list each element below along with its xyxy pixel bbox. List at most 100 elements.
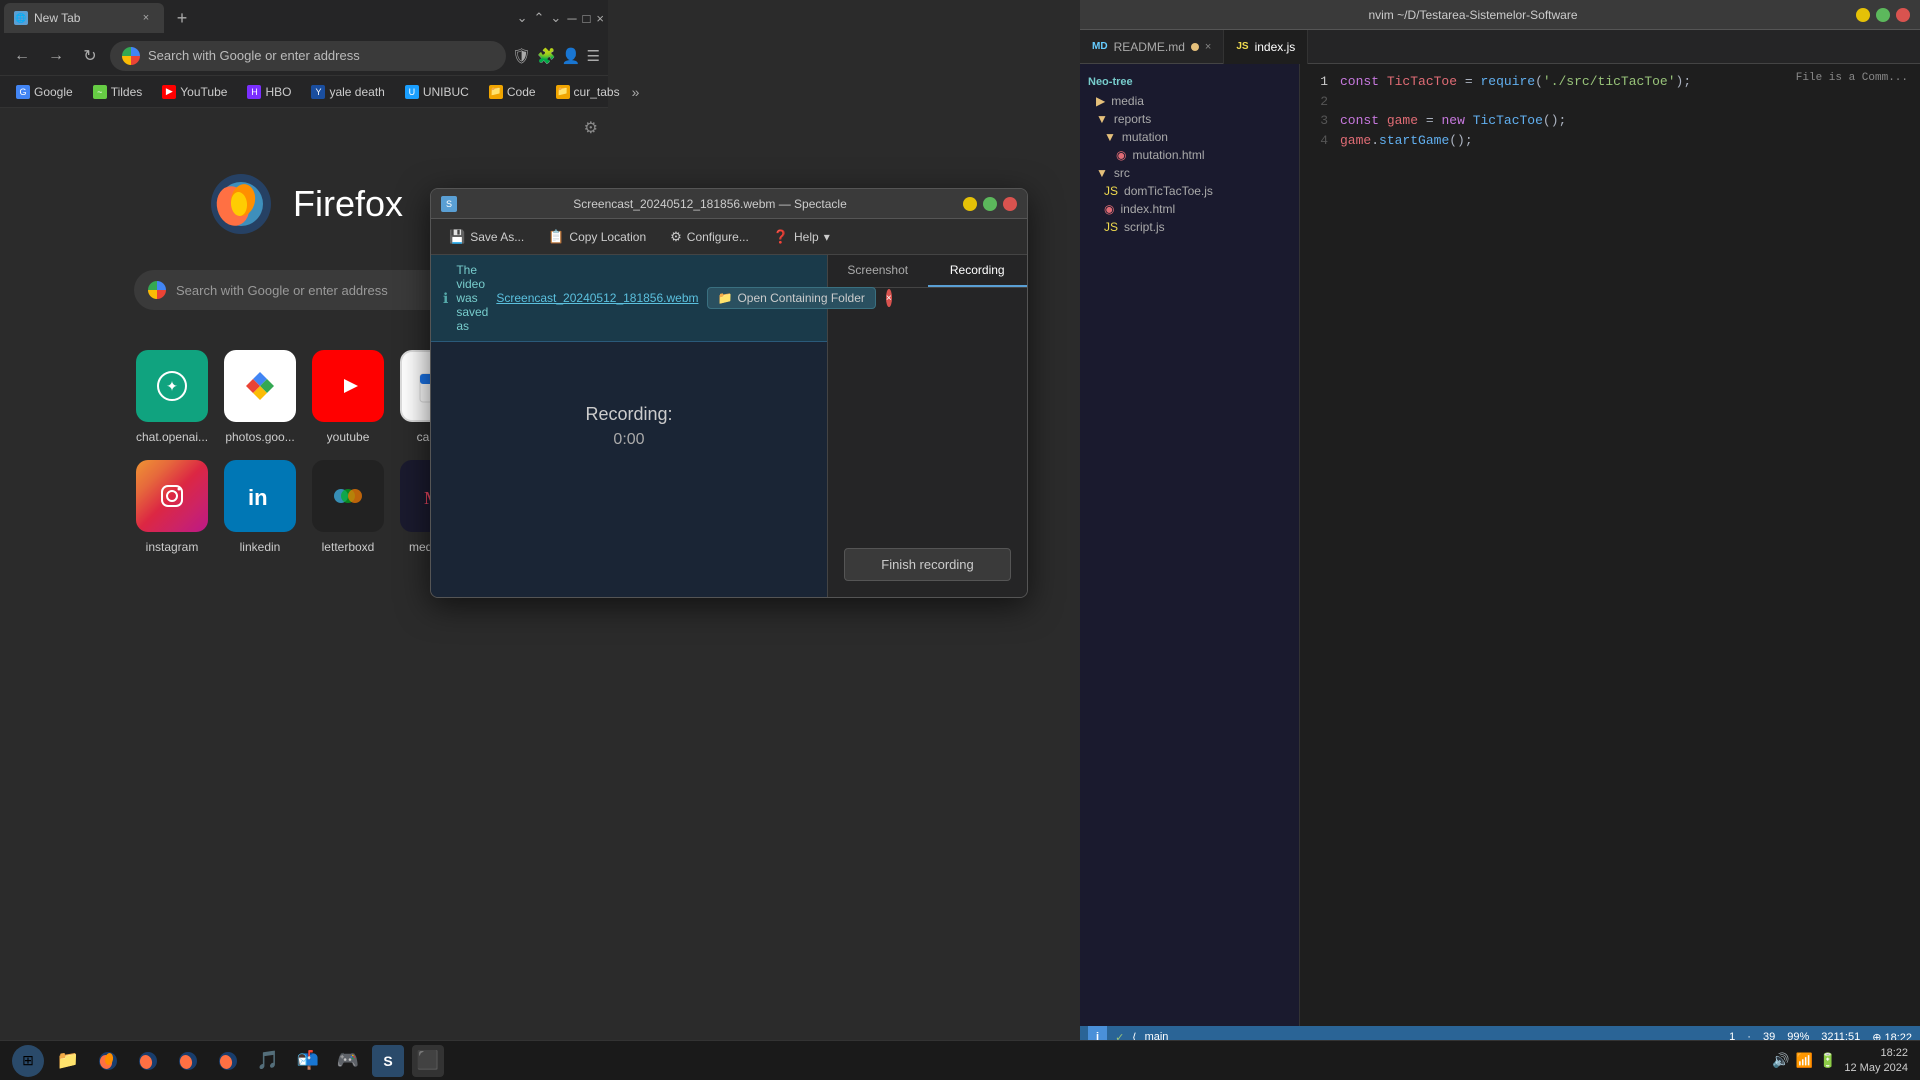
network-icon[interactable]: 📶 [1796,1052,1813,1069]
folder-icon: ▼ [1096,112,1108,126]
spectacle-window: S Screencast_20240512_181856.webm — Spec… [430,188,1028,598]
system-icons: 🔊 📶 🔋 [1772,1052,1836,1069]
tab-screenshot[interactable]: Screenshot [828,255,928,287]
shortcut-chatgpt[interactable]: ✦ chat.openai... [136,350,208,444]
bookmark-hbo[interactable]: H HBO [239,83,299,101]
new-tab-button[interactable]: + [168,4,196,32]
finish-recording-button[interactable]: Finish recording [844,548,1011,581]
notification-link[interactable]: Screencast_20240512_181856.webm [496,291,698,305]
tree-item-media[interactable]: ▶ media [1080,92,1299,110]
profile-icon[interactable]: 👤 [562,47,581,65]
taskbar-files[interactable]: 📁 [52,1045,84,1077]
readme-tab-label: README.md [1114,40,1185,54]
spectacle-app-icon: S [441,196,457,212]
bookmark-yale-label: yale death [329,85,384,99]
bookmark-curtabs[interactable]: 📁 cur_tabs [548,83,628,101]
copy-location-button[interactable]: 📋 Copy Location [538,225,656,249]
readme-tab-close[interactable]: × [1205,41,1211,53]
tree-item-script-js[interactable]: JS script.js [1080,218,1299,236]
curtabs-folder-favicon: 📁 [556,85,570,99]
configure-button[interactable]: ⚙ Configure... [660,225,759,249]
tab-indexjs[interactable]: JS index.js [1224,30,1308,64]
tree-item-src[interactable]: ▼ src [1080,164,1299,182]
folder-icon: 📁 [718,291,733,305]
new-tab-search-bar[interactable]: Search with Google or enter address [134,270,474,310]
bookmark-unibuc[interactable]: U UNIBUC [397,83,477,101]
nav-icons: 🛡 🧩 👤 ☰ [512,47,600,65]
bookmark-yale[interactable]: Y yale death [303,83,392,101]
modified-indicator [1191,43,1199,51]
shortcut-linkedin[interactable]: in linkedin [224,460,296,554]
start-menu-button[interactable]: ⊞ [12,1045,44,1077]
tree-item-mutation[interactable]: ▼ mutation [1080,128,1299,146]
taskbar-mail[interactable]: 📬 [292,1045,324,1077]
refresh-button[interactable]: ↻ [76,42,104,70]
tab-list-icon[interactable]: ⌄ [517,10,528,26]
js-file-icon: JS [1104,184,1118,198]
tree-item-domtictactoe[interactable]: JS domTicTacToe.js [1080,182,1299,200]
menu-icon[interactable]: ☰ [587,47,600,65]
tree-label-script-js: script.js [1124,220,1165,234]
terminal-close-button[interactable]: × [1896,8,1910,22]
shortcut-letterboxd[interactable]: letterboxd [312,460,384,554]
code-content: game.startGame(); [1340,131,1473,151]
yale-favicon: Y [311,85,325,99]
taskbar-firefox-1[interactable] [92,1045,124,1077]
bookmarks-overflow-button[interactable]: » [632,84,640,100]
bookmark-youtube[interactable]: ▶ YouTube [154,83,235,101]
taskbar-terminal[interactable]: ⬛ [412,1045,444,1077]
taskbar-s-app[interactable]: S [372,1045,404,1077]
window-close-icon[interactable]: × [596,11,604,26]
address-bar[interactable]: Search with Google or enter address [110,41,506,71]
save-as-button[interactable]: 💾 Save As... [439,225,534,249]
bookmark-tildes[interactable]: ~ Tildes [85,83,151,101]
html-file-icon: ◉ [1104,202,1114,216]
notification-close-button[interactable]: × [886,289,892,307]
tab-readme[interactable]: MD README.md × [1080,30,1224,64]
navigation-bar: ← → ↻ Search with Google or enter addres… [0,36,608,76]
hbo-favicon: H [247,85,261,99]
shortcut-photos[interactable]: photos.goo... [224,350,296,444]
back-button[interactable]: ← [8,42,36,70]
taskbar-firefox-2[interactable] [132,1045,164,1077]
tab-forward-icon[interactable]: ⌄ [550,10,561,26]
help-button[interactable]: ❓ Help ▾ [763,225,840,249]
linkedin-icon: in [224,460,296,532]
spectacle-toolbar: 💾 Save As... 📋 Copy Location ⚙ Configure… [431,219,1027,255]
tab-back-icon[interactable]: ⌃ [534,10,545,26]
spectacle-maximize-button[interactable]: □ [983,197,997,211]
save-icon: 💾 [449,229,465,245]
tree-item-reports[interactable]: ▼ reports [1080,110,1299,128]
indexjs-tab-label: index.js [1255,40,1296,54]
shortcut-youtube[interactable]: youtube [312,350,384,444]
taskbar-steam[interactable]: 🎮 [332,1045,364,1077]
tree-item-mutation-html[interactable]: ◉ mutation.html [1080,146,1299,164]
browser-tab-new-tab[interactable]: 🌐 New Tab × [4,3,164,33]
settings-icon[interactable]: ⚙ [584,118,598,138]
taskbar-firefox-4[interactable] [212,1045,244,1077]
spectacle-close-button[interactable]: × [1003,197,1017,211]
spectacle-minimize-button[interactable]: ─ [963,197,977,211]
taskbar-firefox-3[interactable] [172,1045,204,1077]
extensions-icon[interactable]: 🧩 [537,47,556,65]
code-line-4: 4 game.startGame(); [1300,131,1920,151]
open-containing-folder-button[interactable]: 📁 Open Containing Folder [707,287,876,309]
address-text: Search with Google or enter address [148,48,494,63]
battery-icon[interactable]: 🔋 [1819,1052,1836,1069]
tree-label-reports: reports [1114,112,1151,126]
shortcut-instagram[interactable]: instagram [136,460,208,554]
terminal-maximize-button[interactable]: □ [1876,8,1890,22]
bookmark-code[interactable]: 📁 Code [481,83,544,101]
forward-button[interactable]: → [42,42,70,70]
tab-recording[interactable]: Recording [928,255,1028,287]
tab-close-button[interactable]: × [138,10,154,26]
window-maximize-icon[interactable]: □ [583,11,591,26]
code-editor[interactable]: File is a Comm... 1 const TicTacToe = re… [1300,64,1920,1026]
tree-item-index-html[interactable]: ◉ index.html [1080,200,1299,218]
terminal-minimize-button[interactable]: ─ [1856,8,1870,22]
window-minimize-icon[interactable]: ─ [567,11,576,26]
sound-icon[interactable]: 🔊 [1772,1052,1789,1069]
google-search-icon [148,281,166,299]
bookmark-google[interactable]: G Google [8,83,81,101]
taskbar-spotify[interactable]: 🎵 [252,1045,284,1077]
